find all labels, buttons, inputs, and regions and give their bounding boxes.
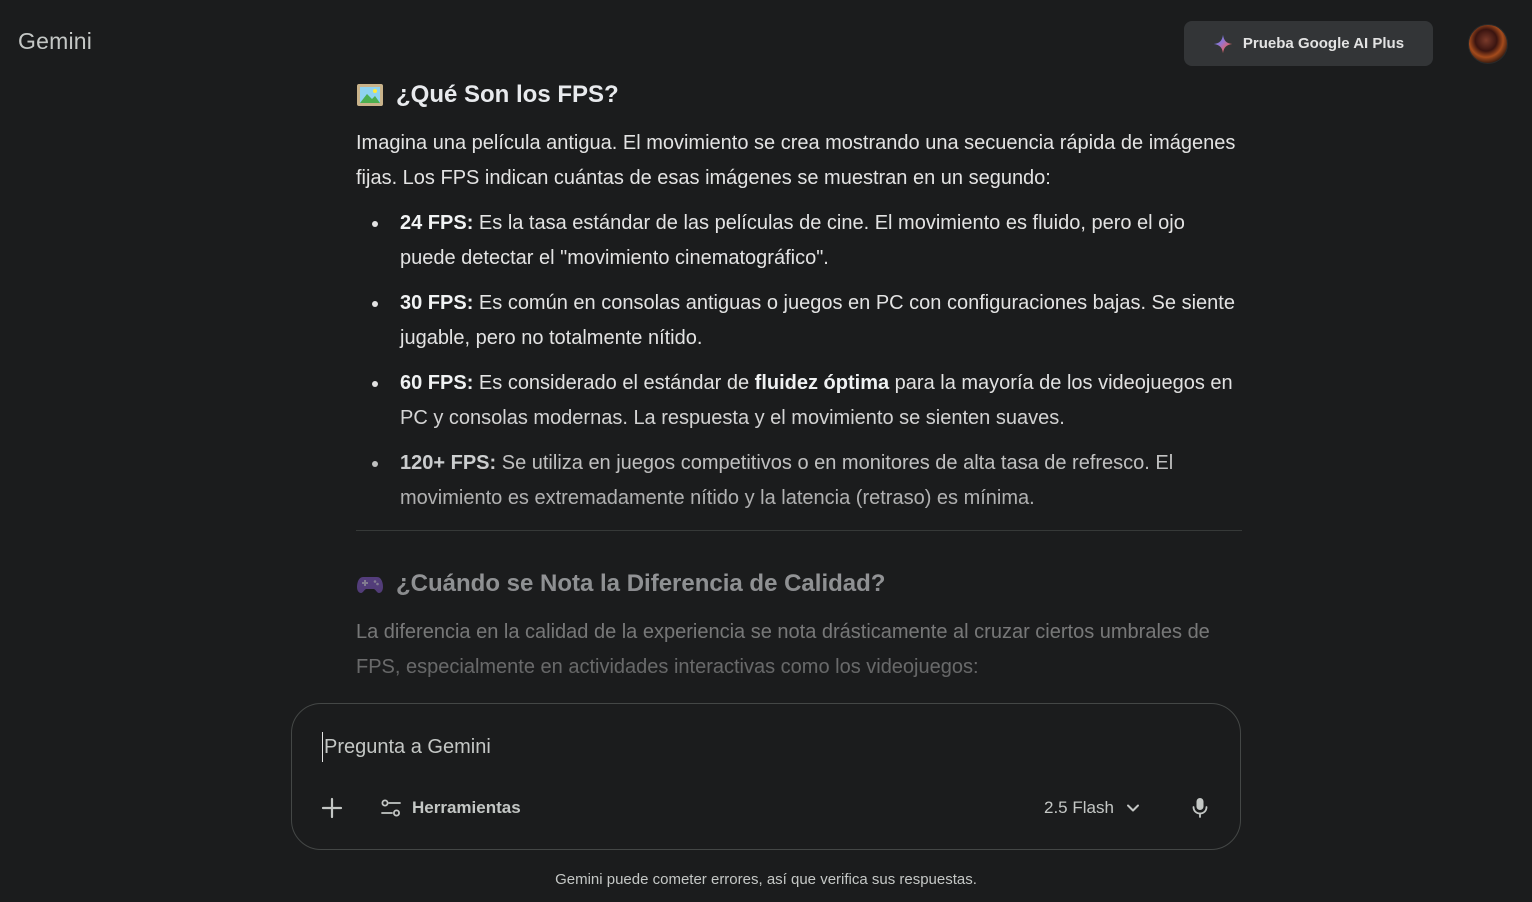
- sparkle-icon: [1213, 34, 1233, 53]
- tools-label: Herramientas: [412, 798, 521, 817]
- model-label: 2.5 Flash: [1044, 798, 1114, 817]
- fps-list: 24 FPS: Es la tasa estándar de las pelíc…: [356, 206, 1242, 516]
- list-item-term: 24 FPS:: [400, 212, 474, 234]
- list-item-text: Es común en consolas antiguas o juegos e…: [400, 292, 1235, 349]
- model-selector[interactable]: 2.5 Flash: [1044, 794, 1140, 822]
- list-item: 30 FPS: Es común en consolas antiguas o …: [356, 286, 1242, 356]
- list-item-text: Es la tasa estándar de las películas de …: [400, 212, 1185, 269]
- tools-button[interactable]: Herramientas: [380, 794, 521, 822]
- framed-picture-icon: [357, 84, 383, 106]
- section-heading-fps: ¿Qué Son los FPS?: [356, 76, 1242, 114]
- list-item-text: Es considerado el estándar de: [473, 372, 755, 394]
- tune-icon: [381, 799, 401, 817]
- game-controller-icon: [357, 577, 383, 593]
- prompt-composer: Herramientas 2.5 Flash: [291, 703, 1241, 850]
- list-item-emphasis: fluidez óptima: [754, 372, 890, 394]
- section-heading-quality: ¿Cuándo se Nota la Diferencia de Calidad…: [356, 565, 1242, 603]
- section-title: ¿Qué Son los FPS?: [396, 81, 619, 108]
- prompt-input[interactable]: [322, 732, 1202, 762]
- section-intro: La diferencia en la calidad de la experi…: [356, 621, 1210, 678]
- microphone-icon: [1192, 798, 1208, 818]
- response-content: ¿Qué Son los FPS? Imagina una película a…: [356, 76, 1242, 685]
- list-item: 120+ FPS: Se utiliza en juegos competiti…: [356, 446, 1242, 516]
- brand-title[interactable]: Gemini: [18, 28, 92, 55]
- upgrade-button[interactable]: Prueba Google AI Plus: [1184, 21, 1433, 66]
- list-item-term: 60 FPS:: [400, 372, 474, 394]
- list-item-term: 30 FPS:: [400, 292, 474, 314]
- voice-input-button[interactable]: [1190, 794, 1210, 822]
- plus-icon: [321, 797, 343, 819]
- list-item-term: 120+ FPS:: [400, 452, 497, 474]
- list-item: 60 FPS: Es considerado el estándar de fl…: [356, 366, 1242, 436]
- list-item-text: Se utiliza en juegos competitivos o en m…: [400, 452, 1174, 509]
- section-divider: [356, 530, 1242, 531]
- upgrade-label: Prueba Google AI Plus: [1242, 35, 1405, 52]
- disclaimer-text: Gemini puede cometer errores, así que ve…: [555, 871, 977, 888]
- add-attachment-button[interactable]: [318, 794, 346, 822]
- gemini-app: Gemini Prueba Google AI Plus ¿Qué Son lo…: [0, 0, 1532, 902]
- section-title: ¿Cuándo se Nota la Diferencia de Calidad…: [396, 570, 886, 597]
- list-item: 24 FPS: Es la tasa estándar de las pelíc…: [356, 206, 1242, 276]
- chevron-down-icon: [1126, 804, 1139, 812]
- section-intro: Imagina una película antigua. El movimie…: [356, 132, 1236, 189]
- user-avatar[interactable]: [1468, 24, 1508, 64]
